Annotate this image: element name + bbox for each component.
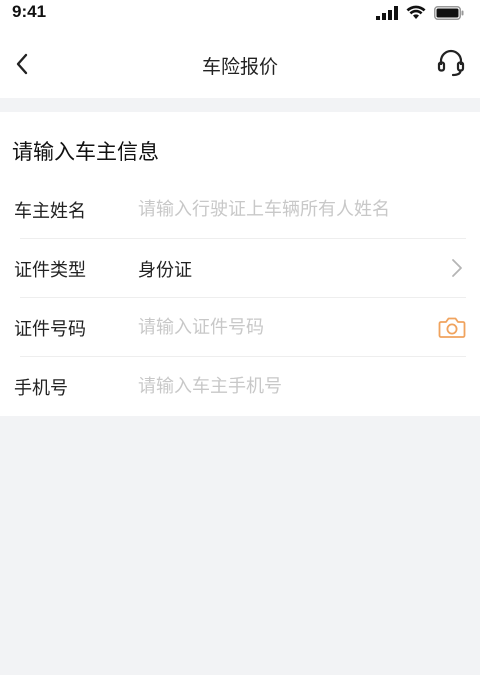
id-type-label: 证件类型 [14,260,86,281]
id-number-row: 证件号码 [0,298,480,357]
status-icons [376,5,464,20]
id-type-select[interactable]: 身份证 [138,256,192,282]
headset-icon [437,49,465,77]
wifi-icon [406,5,426,19]
chevron-right-icon[interactable] [450,257,464,279]
status-bar: 9:41 [0,0,480,30]
id-number-input[interactable] [138,315,430,339]
customer-service-button[interactable] [434,46,468,80]
screen: 9:41 车险报价 请输入车主信息 车主姓名 请输入行驶证上车辆所有人姓名 证件… [0,0,480,675]
status-time: 9:41 [12,2,47,21]
section-title: 请输入车主信息 [12,140,159,164]
cellular-signal-icon [376,5,398,20]
page-title: 车险报价 [201,56,278,78]
owner-name-label: 车主姓名 [14,201,86,222]
owner-name-row: 车主姓名 [0,180,480,239]
phone-input[interactable] [138,374,430,398]
id-number-label: 证件号码 [14,319,86,340]
id-type-row[interactable]: 证件类型 身份证 [0,239,480,298]
phone-row: 手机号 [0,357,480,416]
battery-icon [434,5,464,20]
phone-label: 手机号 [14,378,68,399]
section-gap [0,98,480,112]
owner-name-input[interactable] [138,197,450,221]
camera-icon[interactable] [438,314,466,340]
nav-bar: 车险报价 [0,30,480,98]
owner-info-form: 请输入车主信息 车主姓名 证件类型 身份证 证件号码 [0,112,480,416]
